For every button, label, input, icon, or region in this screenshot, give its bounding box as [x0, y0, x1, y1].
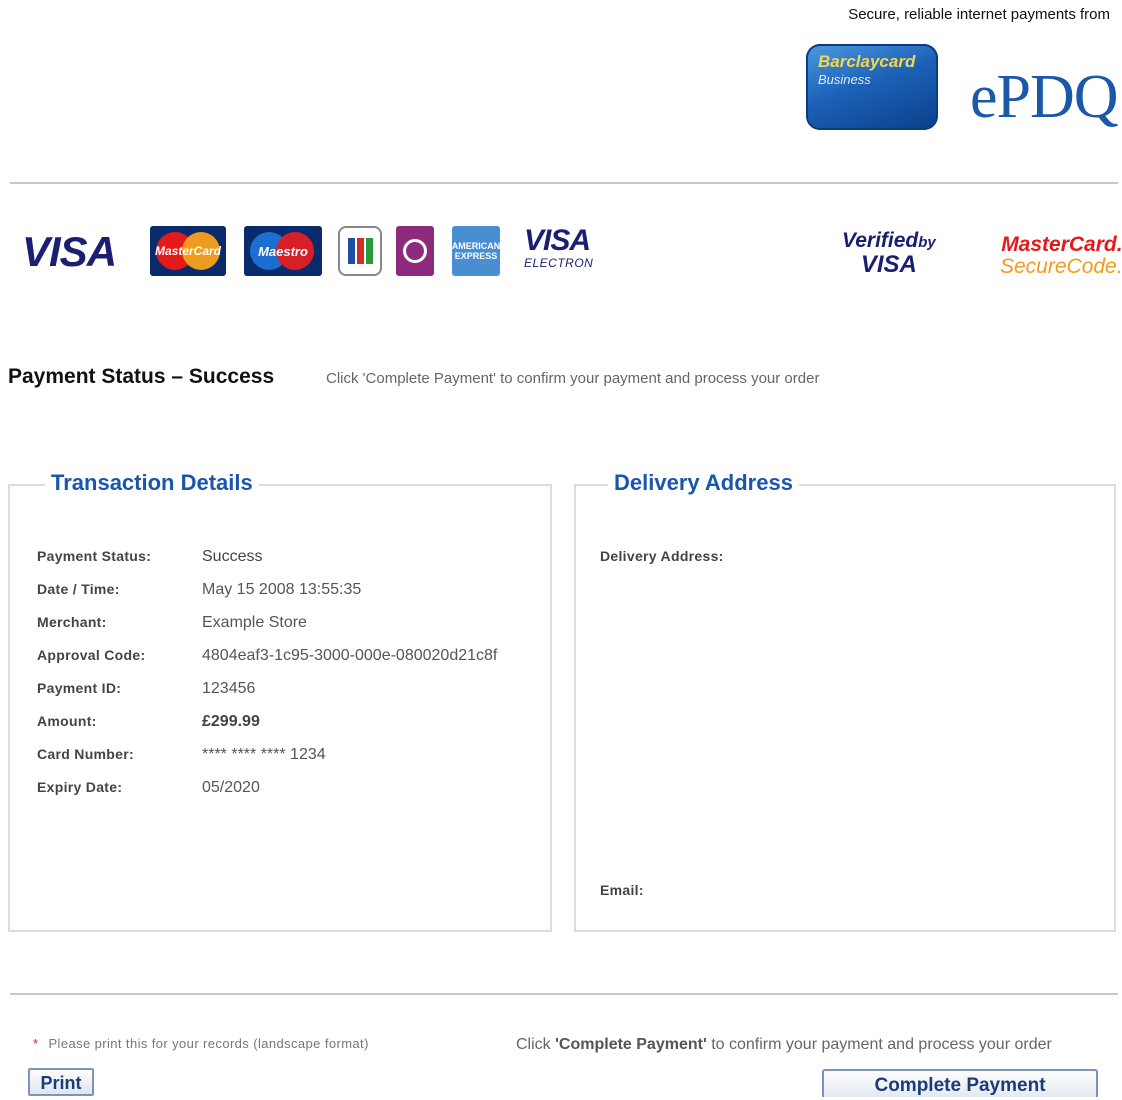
- vbv-by-text: by: [918, 234, 936, 251]
- header-divider: [10, 182, 1118, 184]
- date-time-value: May 15 2008 13:55:35: [202, 581, 362, 598]
- payment-id-value: 123456: [202, 680, 256, 697]
- mastercard-logo-text: MasterCard: [154, 244, 222, 258]
- jcb-logo: [338, 226, 382, 276]
- visa-logo: VISA: [22, 228, 117, 275]
- card-number-value: **** **** **** 1234: [202, 746, 326, 763]
- barclaycard-logo-subtext: Business: [818, 72, 871, 87]
- merchant-value: Example Store: [202, 614, 307, 631]
- barclaycard-business-logo: Barclaycard Business: [806, 44, 938, 130]
- transaction-details-legend: Transaction Details: [45, 470, 259, 496]
- merchant-label: Merchant:: [37, 614, 107, 630]
- maestro-logo: Maestro: [244, 226, 322, 276]
- complete-payment-hint-bold: 'Complete Payment': [555, 1036, 707, 1053]
- approval-code-value: 4804eaf3-1c95-3000-000e-080020d21c8f: [202, 647, 498, 664]
- email-label: Email:: [600, 882, 644, 898]
- maestro-logo-text: Maestro: [258, 243, 308, 259]
- print-button[interactable]: Print: [28, 1068, 94, 1096]
- tagline: Secure, reliable internet payments from: [848, 6, 1110, 23]
- vbv-visa-text: VISA: [860, 251, 917, 278]
- print-note-text: Please print this for your records (land…: [48, 1036, 369, 1051]
- amex-logo: AMERICAN EXPRESS: [452, 226, 500, 276]
- complete-payment-hint: Click 'Complete Payment' to confirm your…: [516, 1036, 1052, 1054]
- amount-value: £299.99: [202, 713, 260, 730]
- expiry-date-value: 05/2020: [202, 779, 260, 796]
- verified-by-visa-logo: Verifiedby VISA: [842, 229, 936, 278]
- footer-divider: [10, 993, 1118, 995]
- visa-electron-logo-electron: ELECTRON: [524, 256, 594, 270]
- complete-payment-button[interactable]: Complete Payment: [822, 1069, 1098, 1097]
- delivery-address-legend: Delivery Address: [608, 470, 799, 496]
- barclaycard-logo-text: Barclaycard: [818, 52, 916, 71]
- epdq-logo: ePDQ: [970, 63, 1119, 131]
- payment-status-title: Payment Status – Success: [8, 365, 275, 388]
- print-note: * Please print this for your records (lan…: [33, 1036, 369, 1051]
- payment-id-label: Payment ID:: [37, 680, 122, 696]
- date-time-label: Date / Time:: [37, 581, 120, 597]
- solo-ring-icon: [403, 239, 427, 263]
- mcsc-mastercard-text: MasterCard.: [1001, 233, 1122, 256]
- required-star-icon: *: [33, 1036, 39, 1051]
- approval-code-label: Approval Code:: [37, 647, 146, 663]
- solo-logo: [396, 226, 434, 276]
- complete-payment-hint-suffix: to confirm your payment and process your…: [706, 1036, 1052, 1053]
- amount-label: Amount:: [37, 713, 97, 729]
- payment-status-value: Success: [202, 548, 263, 565]
- expiry-date-label: Expiry Date:: [37, 779, 123, 795]
- mastercard-securecode-logo: MasterCard. SecureCode.: [1000, 234, 1122, 278]
- visa-electron-logo: VISA ELECTRON: [524, 224, 593, 270]
- payment-status-hint: Click 'Complete Payment' to confirm your…: [326, 370, 820, 387]
- mcsc-securecode-text: SecureCode.: [1000, 255, 1122, 278]
- delivery-address-label: Delivery Address:: [600, 548, 724, 564]
- payment-status-label: Payment Status:: [37, 548, 152, 564]
- visa-electron-logo-visa: VISA: [524, 224, 591, 257]
- card-number-label: Card Number:: [37, 746, 134, 762]
- mastercard-logo: MasterCard: [150, 226, 226, 276]
- vbv-verified-text: Verified: [842, 229, 919, 252]
- complete-payment-hint-prefix: Click: [516, 1036, 556, 1053]
